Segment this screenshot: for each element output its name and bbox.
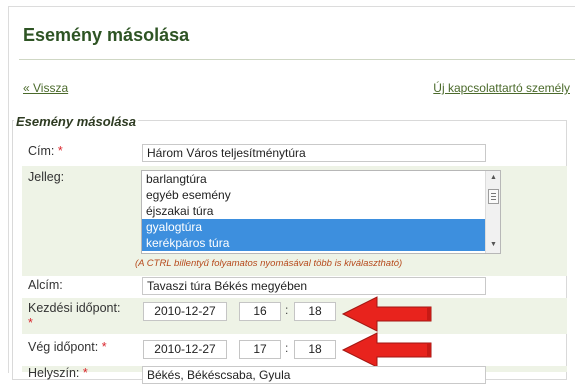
start-date-input[interactable]: 2010-12-27 — [143, 302, 227, 321]
required-marker: * — [101, 340, 107, 354]
red-arrow-icon — [341, 296, 432, 332]
end-time-label: Vég időpont: * — [28, 340, 107, 354]
location-input[interactable]: Békés, Békéscsaba, Gyula — [142, 366, 486, 384]
multi-select-hint: (A CTRL billentyű folyamatos nyomásával … — [135, 258, 403, 269]
subtitle-label: Alcím: — [28, 278, 63, 292]
title-label: Cím: * — [28, 144, 63, 158]
page-title: Esemény másolása — [23, 25, 190, 45]
subtitle-row: Alcím: Tavaszi túra Békés megyében — [22, 274, 567, 296]
type-option[interactable]: kerékpáros túra — [142, 235, 500, 251]
end-date-input[interactable]: 2010-12-27 — [143, 340, 227, 359]
red-arrow-icon — [341, 332, 432, 368]
type-label: Jelleg: — [28, 170, 65, 184]
end-minute-input[interactable]: 18 — [294, 340, 336, 359]
fieldset-legend: Esemény másolása — [14, 114, 138, 129]
start-time-label: Kezdési időpont: * — [28, 301, 121, 330]
location-row: Helyszín: * Békés, Békéscsaba, Gyula — [22, 366, 567, 384]
time-separator: : — [285, 341, 289, 355]
scroll-up-icon[interactable]: ▲ — [490, 174, 497, 181]
title-row: Cím: * Három Város teljesítménytúra — [22, 140, 567, 163]
subtitle-input[interactable]: Tavaszi túra Békés megyében — [142, 277, 486, 295]
type-option[interactable]: barlangtúra — [142, 171, 500, 187]
start-minute-input[interactable]: 18 — [294, 302, 336, 321]
type-listbox[interactable]: barlangtúra egyéb esemény éjszakai túra gya… — [141, 170, 501, 254]
title-divider — [19, 59, 575, 60]
type-options: barlangtúra egyéb esemény éjszakai túra gya… — [142, 171, 500, 251]
scroll-thumb[interactable] — [488, 189, 499, 204]
required-marker: * — [57, 144, 63, 158]
time-separator: : — [285, 303, 289, 317]
required-marker: * — [28, 316, 33, 330]
type-option[interactable]: egyéb esemény — [142, 187, 500, 203]
title-input[interactable]: Három Város teljesítménytúra — [142, 144, 486, 162]
back-link[interactable]: « Vissza — [23, 81, 68, 95]
scroll-down-icon[interactable]: ▼ — [490, 241, 497, 248]
listbox-scrollbar[interactable]: ▲ ▼ — [485, 171, 500, 253]
new-contact-link[interactable]: Új kapcsolattartó személy — [433, 81, 570, 95]
required-marker: * — [82, 366, 88, 380]
location-label: Helyszín: * — [28, 366, 88, 380]
type-option[interactable]: gyalogtúra — [142, 219, 500, 235]
start-hour-input[interactable]: 16 — [239, 302, 281, 321]
type-option[interactable]: éjszakai túra — [142, 203, 500, 219]
end-hour-input[interactable]: 17 — [239, 340, 281, 359]
